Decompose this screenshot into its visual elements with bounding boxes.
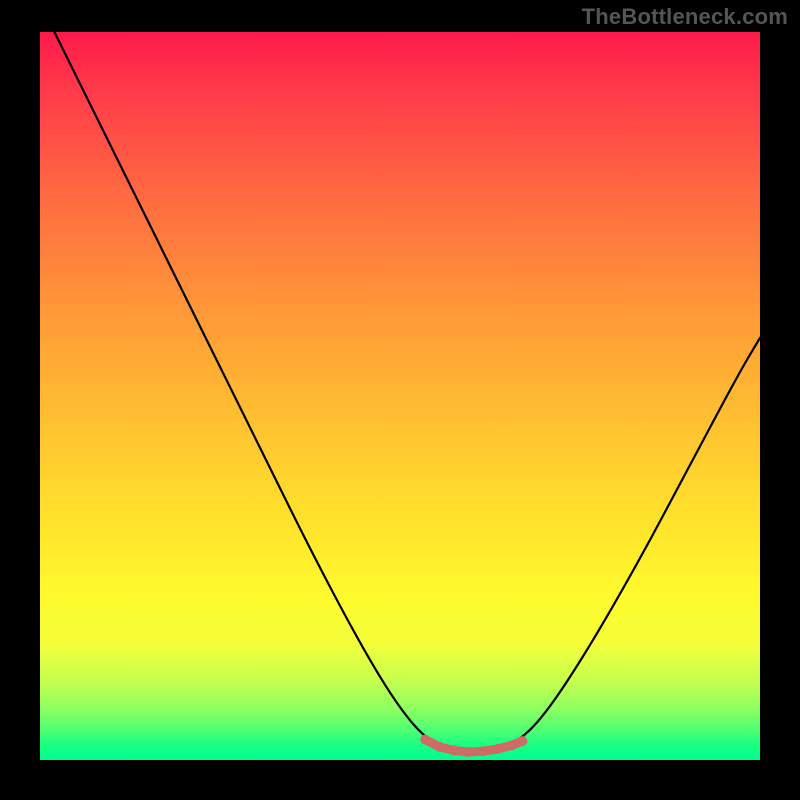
plot-area <box>40 32 760 760</box>
optimal-point-dot <box>435 742 445 752</box>
optimal-point-dot <box>507 740 517 750</box>
optimal-point-dot <box>420 735 430 745</box>
watermark-text: TheBottleneck.com <box>582 4 788 30</box>
curve-path <box>54 32 760 751</box>
optimal-point-dot <box>478 746 488 756</box>
optimal-point-dot <box>492 744 502 754</box>
optimal-point-dot <box>449 746 459 756</box>
bottleneck-curve <box>40 32 760 760</box>
optimal-point-dot <box>463 747 473 757</box>
chart-frame: TheBottleneck.com <box>0 0 800 800</box>
optimal-point-dot <box>517 736 527 746</box>
plot-inner <box>40 32 760 760</box>
